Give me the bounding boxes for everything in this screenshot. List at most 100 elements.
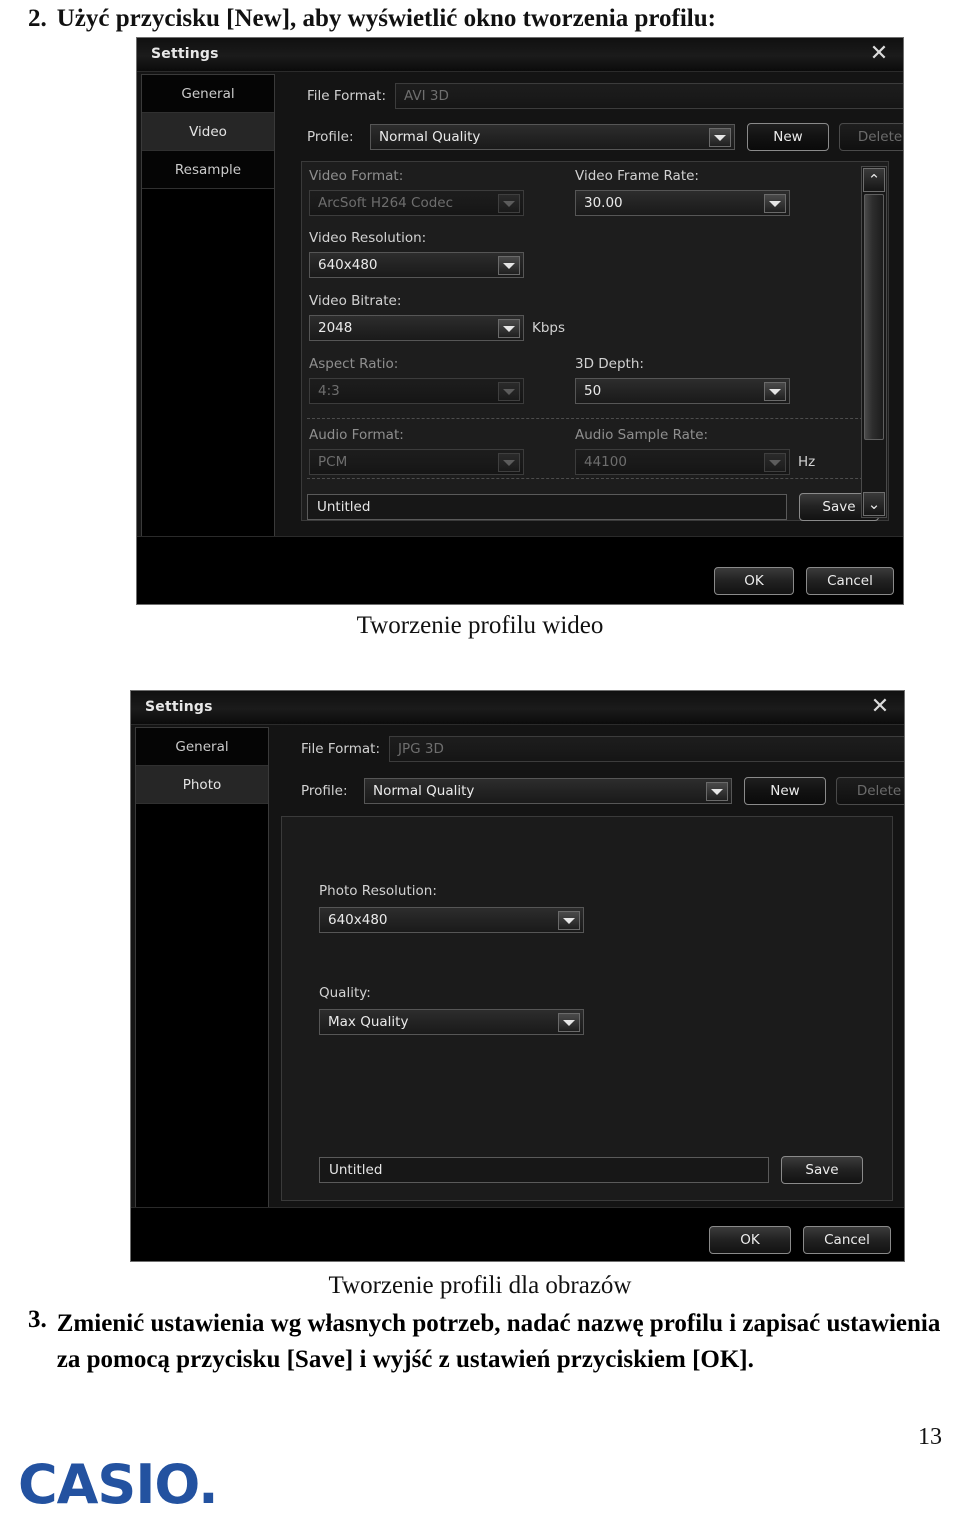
- chevron-down-icon[interactable]: [764, 453, 786, 472]
- sidebar-item-resample[interactable]: Resample: [142, 151, 274, 189]
- video-panel-scrollbar[interactable]: ⌃ ⌄: [861, 166, 887, 518]
- chevron-down-icon[interactable]: [558, 1013, 580, 1032]
- audio-sample-rate-label: Audio Sample Rate:: [575, 427, 709, 443]
- instruction-step-3: 3. Zmienić ustawienia wg własnych potrze…: [28, 1306, 948, 1377]
- chevron-down-icon[interactable]: [709, 128, 731, 147]
- profile-value: Normal Quality: [373, 783, 475, 799]
- video-frame-rate-combo[interactable]: 30.00: [575, 190, 790, 216]
- photo-quality-row: Quality: Max Quality: [319, 985, 584, 1035]
- photo-resolution-combo[interactable]: 640x480: [319, 907, 584, 933]
- photo-dialog-footer: OK Cancel: [131, 1207, 904, 1261]
- cancel-button[interactable]: Cancel: [803, 1226, 891, 1254]
- casio-wordmark: CASIO: [18, 1453, 199, 1516]
- photo-dialog-sidebar: General Photo: [135, 727, 269, 1224]
- page-number: 13: [918, 1424, 942, 1450]
- photo-dialog-titlebar: Settings ✕: [131, 691, 904, 725]
- video-format-combo[interactable]: ArcSoft H264 Codec: [309, 190, 524, 216]
- chevron-down-icon[interactable]: [498, 453, 520, 472]
- profile-combo[interactable]: Normal Quality: [364, 778, 732, 804]
- video-dialog-title: Settings: [151, 46, 219, 62]
- divider-audio: [307, 418, 883, 419]
- chevron-down-icon: ⌄: [867, 494, 881, 513]
- divider-profile-name: [307, 478, 883, 479]
- chevron-up-icon: ⌃: [867, 170, 881, 189]
- video-frame-rate-row: Video Frame Rate: 30.00: [575, 168, 790, 216]
- depth-3d-combo[interactable]: 50: [575, 378, 790, 404]
- photo-resolution-label: Photo Resolution:: [319, 883, 437, 899]
- video-resolution-value: 640x480: [318, 257, 378, 273]
- audio-sample-rate-combo[interactable]: 44100: [575, 449, 790, 475]
- profile-name-input[interactable]: Untitled: [319, 1157, 769, 1183]
- sidebar-filler: [142, 189, 274, 567]
- video-format-label: Video Format:: [309, 168, 404, 184]
- file-format-combo[interactable]: JPG 3D: [389, 736, 904, 762]
- delete-profile-button: Delete: [839, 123, 903, 151]
- scroll-up-button[interactable]: ⌃: [863, 168, 885, 192]
- new-profile-button[interactable]: New: [747, 123, 829, 151]
- chevron-down-icon[interactable]: [498, 194, 520, 213]
- new-profile-button[interactable]: New: [744, 777, 826, 805]
- video-format-row: Video Format: ArcSoft H264 Codec: [309, 168, 524, 216]
- scrollbar-thumb[interactable]: [864, 194, 884, 440]
- audio-sample-rate-value: 44100: [584, 454, 627, 470]
- photo-profile-name-row: Untitled Save: [319, 1156, 863, 1184]
- chevron-down-icon[interactable]: [498, 319, 520, 338]
- video-frame-rate-value: 30.00: [584, 195, 623, 211]
- caption-video-profile: Tworzenie profilu wideo: [356, 612, 604, 639]
- photo-file-format-row: File Format: JPG 3D: [301, 736, 904, 762]
- aspect-ratio-label: Aspect Ratio:: [309, 356, 399, 372]
- profile-combo[interactable]: Normal Quality: [370, 124, 735, 150]
- file-format-value: AVI 3D: [404, 88, 449, 104]
- ok-button[interactable]: OK: [709, 1226, 791, 1254]
- save-button[interactable]: Save: [781, 1156, 863, 1184]
- profile-name-input[interactable]: Untitled: [307, 494, 787, 520]
- aspect-ratio-value: 4:3: [318, 383, 340, 399]
- video-frame-rate-label: Video Frame Rate:: [575, 168, 699, 184]
- scroll-down-button[interactable]: ⌄: [863, 492, 885, 516]
- chevron-down-icon[interactable]: [706, 782, 728, 801]
- chevron-down-icon[interactable]: [498, 382, 520, 401]
- sidebar-item-photo[interactable]: Photo: [136, 766, 268, 804]
- profile-value: Normal Quality: [379, 129, 481, 145]
- close-icon[interactable]: ✕: [868, 695, 892, 719]
- depth-3d-row: 3D Depth: 50: [575, 356, 790, 404]
- aspect-ratio-combo[interactable]: 4:3: [309, 378, 524, 404]
- audio-format-combo[interactable]: PCM: [309, 449, 524, 475]
- file-format-combo[interactable]: AVI 3D: [395, 83, 903, 109]
- sidebar-item-video[interactable]: Video: [142, 113, 274, 151]
- video-bitrate-row: Video Bitrate: 2048 Kbps: [309, 293, 565, 341]
- video-file-format-row: File Format: AVI 3D: [307, 83, 903, 109]
- close-icon[interactable]: ✕: [867, 42, 891, 66]
- photo-dialog-title: Settings: [145, 699, 213, 715]
- depth-3d-value: 50: [584, 383, 602, 399]
- ok-button[interactable]: OK: [714, 567, 794, 595]
- video-bitrate-label: Video Bitrate:: [309, 293, 402, 309]
- delete-profile-button: Delete: [836, 777, 904, 805]
- step-2-number: 2.: [28, 5, 47, 32]
- cancel-button[interactable]: Cancel: [806, 567, 894, 595]
- video-settings-dialog: Settings ✕ General Video Resample File F…: [136, 37, 904, 605]
- audio-format-value: PCM: [318, 454, 348, 470]
- chevron-down-icon[interactable]: [764, 382, 786, 401]
- video-dialog-titlebar: Settings ✕: [137, 38, 903, 72]
- audio-format-label: Audio Format:: [309, 427, 404, 443]
- instruction-step-2: 2. Użyć przycisku [New], aby wyświetlić …: [28, 2, 938, 36]
- profile-label: Profile:: [307, 129, 354, 145]
- document-page: 2. Użyć przycisku [New], aby wyświetlić …: [0, 0, 960, 1524]
- photo-quality-value: Max Quality: [328, 1014, 409, 1030]
- step-3-number: 3.: [28, 1306, 47, 1333]
- chevron-down-icon[interactable]: [498, 256, 520, 275]
- video-dialog-footer: OK Cancel: [137, 536, 903, 604]
- chevron-down-icon[interactable]: [558, 911, 580, 930]
- photo-resolution-value: 640x480: [328, 912, 388, 928]
- video-resolution-combo[interactable]: 640x480: [309, 252, 524, 278]
- chevron-down-icon[interactable]: [764, 194, 786, 213]
- photo-quality-label: Quality:: [319, 985, 371, 1001]
- sidebar-filler: [136, 804, 268, 1224]
- photo-quality-combo[interactable]: Max Quality: [319, 1009, 584, 1035]
- video-bitrate-combo[interactable]: 2048: [309, 315, 524, 341]
- casio-logo: CASIO.: [18, 1458, 219, 1512]
- sidebar-item-general[interactable]: General: [142, 75, 274, 113]
- audio-sample-rate-row: Audio Sample Rate: 44100 Hz: [575, 427, 815, 475]
- sidebar-item-general[interactable]: General: [136, 728, 268, 766]
